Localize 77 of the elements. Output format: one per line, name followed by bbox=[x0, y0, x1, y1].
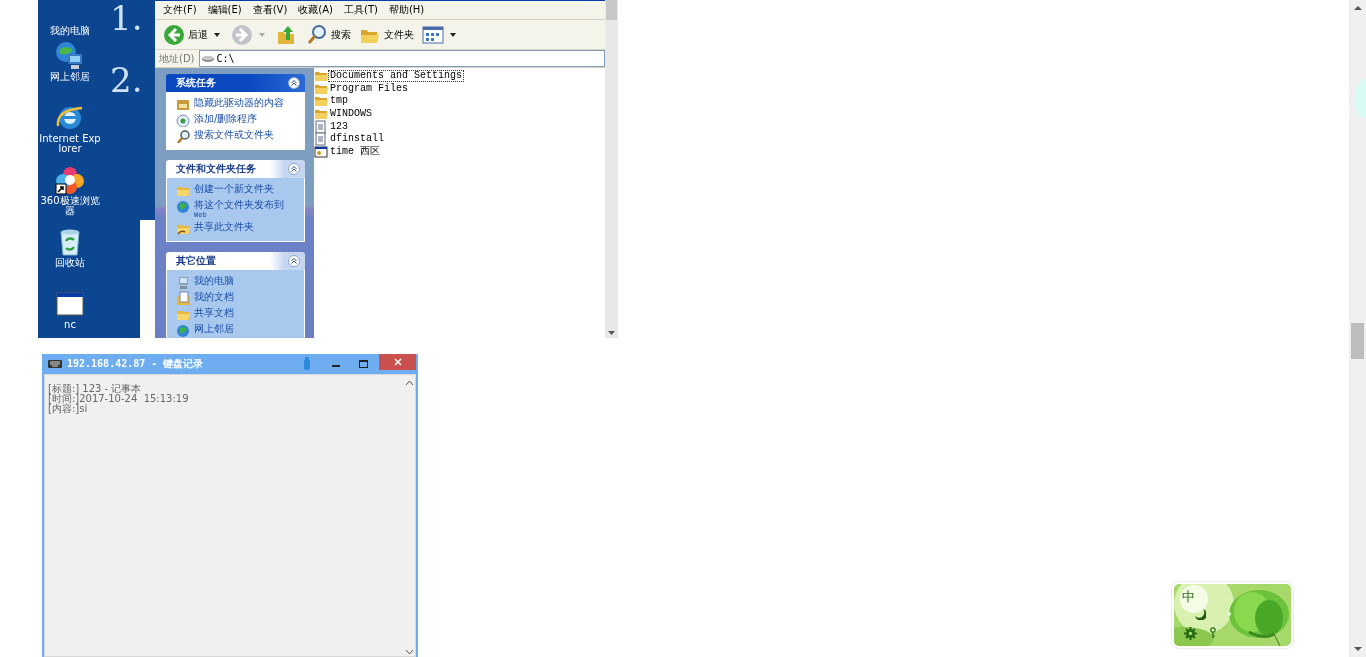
file-name[interactable]: Program Files bbox=[328, 82, 410, 95]
colorful-wheel-icon[interactable] bbox=[54, 164, 86, 196]
desktop-icon-label[interactable]: Internet Explorer bbox=[38, 134, 102, 154]
dropdown-arrow-icon bbox=[450, 32, 456, 37]
pin-icon bbox=[302, 357, 312, 371]
menu-item[interactable]: 查看(V) bbox=[252, 3, 288, 17]
task-link[interactable]: 搜索文件或文件夹 bbox=[194, 128, 274, 141]
scroll-down-icon bbox=[405, 650, 413, 654]
close-icon bbox=[393, 358, 402, 366]
search-icon bbox=[306, 23, 328, 46]
collapse-icon bbox=[288, 163, 300, 175]
scroll-down-icon bbox=[608, 331, 615, 335]
panel-header[interactable]: 系统任务 bbox=[166, 74, 305, 92]
menu-item[interactable]: 文件(F) bbox=[163, 3, 197, 17]
log-line: [标题:] 123 - 记事本 bbox=[48, 384, 143, 394]
globe-icon bbox=[176, 199, 190, 213]
folders-button[interactable]: 文件夹 bbox=[357, 23, 416, 46]
desktop-icon-label[interactable]: 我的电脑 bbox=[38, 26, 102, 36]
desktop-icon-label[interactable]: nc bbox=[38, 320, 102, 330]
panel-header[interactable]: 其它位置 bbox=[166, 252, 305, 270]
globe-icon bbox=[176, 323, 190, 337]
page-scrollbar[interactable] bbox=[1349, 0, 1366, 657]
collapse-icon bbox=[288, 255, 300, 267]
file-name[interactable]: time 西区 bbox=[328, 145, 382, 158]
drive-icon bbox=[176, 97, 190, 111]
arrow-left-icon bbox=[163, 23, 185, 46]
wallpaper-text: 1. bbox=[110, 0, 143, 38]
moon-icon bbox=[1194, 608, 1206, 620]
file-name[interactable]: 123 bbox=[328, 120, 350, 133]
log-line: [内容:]si bbox=[48, 404, 88, 414]
file-name[interactable]: Documents and Settings bbox=[328, 70, 465, 83]
scrollbar[interactable] bbox=[605, 0, 618, 338]
documents-icon bbox=[176, 291, 190, 305]
key-icon bbox=[1210, 627, 1216, 638]
menu-item[interactable]: 编辑(E) bbox=[207, 3, 242, 17]
task-link[interactable]: 共享此文件夹 bbox=[194, 220, 254, 233]
computer-icon bbox=[176, 275, 190, 289]
wallpaper-text: 2. bbox=[110, 60, 143, 100]
address-field[interactable]: C:\ bbox=[198, 50, 605, 67]
file-name[interactable]: dfinstall bbox=[328, 133, 386, 146]
task-link[interactable]: 将这个文件夹发布到 bbox=[194, 198, 284, 211]
folder-icon bbox=[314, 94, 328, 109]
close-button[interactable] bbox=[379, 354, 416, 370]
task-link[interactable]: 共享文档 bbox=[194, 306, 234, 319]
dropdown-arrow-icon bbox=[214, 32, 220, 37]
search-icon bbox=[176, 129, 190, 143]
task-link[interactable]: 我的电脑 bbox=[194, 274, 234, 287]
view-grid-icon bbox=[422, 23, 444, 46]
window-title: 192.168.42.87 - 键盘记录 bbox=[67, 357, 205, 371]
desktop-icon-label[interactable]: 网上邻居 bbox=[38, 72, 102, 82]
keyboard-icon bbox=[48, 360, 62, 368]
search-button[interactable]: 搜索 bbox=[304, 23, 353, 46]
folder-icon bbox=[314, 69, 328, 84]
settings-icon bbox=[1184, 627, 1197, 640]
task-link[interactable]: 网上邻居 bbox=[194, 322, 234, 335]
dropdown-arrow-icon bbox=[259, 32, 265, 37]
file-name[interactable]: WINDOWS bbox=[328, 108, 374, 121]
panel-header[interactable]: 文件和文件夹任务 bbox=[166, 160, 305, 178]
menu-item[interactable]: 工具(T) bbox=[344, 3, 378, 17]
task-link[interactable]: 隐藏此驱动器的内容 bbox=[194, 96, 284, 109]
menu-item[interactable]: 收藏(A) bbox=[298, 3, 333, 17]
scrollbar-thumb[interactable] bbox=[606, 0, 617, 20]
task-link[interactable]: 创建一个新文件夹 bbox=[194, 182, 274, 195]
log-line: [时间:]2017-10-24 15:13:19 bbox=[48, 394, 190, 404]
folder-icon bbox=[314, 107, 328, 122]
task-link[interactable]: 添加/删除程序 bbox=[194, 112, 258, 125]
desktop-icon-label[interactable]: 360极速浏览器 bbox=[38, 196, 102, 216]
address-label: 地址(D) bbox=[158, 51, 196, 66]
drive-icon bbox=[201, 54, 214, 63]
back-button[interactable]: 后退 bbox=[161, 23, 225, 46]
task-link[interactable]: 我的文档 bbox=[194, 290, 234, 303]
arrow-right-icon bbox=[231, 23, 253, 46]
menu-item[interactable]: 帮助(H) bbox=[388, 3, 425, 17]
scroll-up-icon bbox=[405, 381, 413, 385]
desktop-icon-label[interactable]: 回收站 bbox=[38, 258, 102, 268]
collapse-icon bbox=[288, 77, 300, 89]
file-name[interactable]: tmp bbox=[328, 95, 350, 108]
